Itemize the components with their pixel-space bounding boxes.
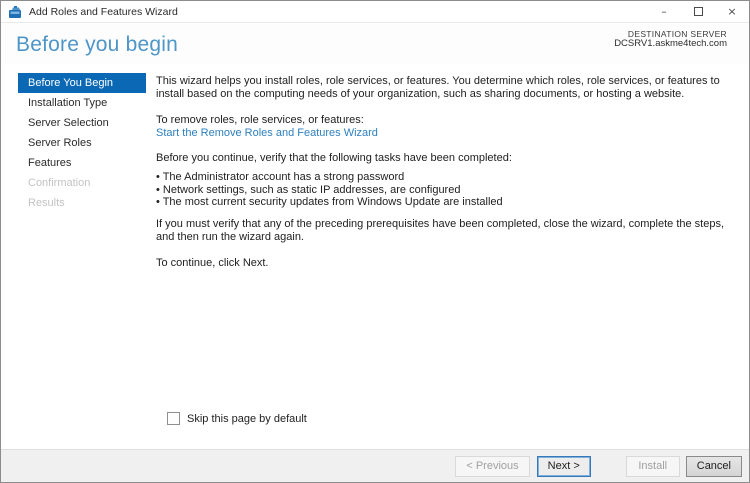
nav-item-server-selection[interactable]: Server Selection <box>18 113 146 133</box>
rerun-note-paragraph: If you must verify that any of the prece… <box>156 217 725 243</box>
wizard-header: Before you begin DESTINATION SERVER DCSR… <box>1 24 749 64</box>
remove-roles-wizard-link[interactable]: Start the Remove Roles and Features Wiza… <box>156 127 378 139</box>
nav-item-server-roles[interactable]: Server Roles <box>18 133 146 153</box>
verify-lead-text: Before you continue, verify that the fol… <box>156 152 512 164</box>
wizard-footer: < Previous Next > Install Cancel <box>1 449 749 482</box>
nav-item-features[interactable]: Features <box>18 153 146 173</box>
destination-server-name: DCSRV1.askme4tech.com <box>614 38 727 49</box>
next-button[interactable]: Next > <box>536 455 591 477</box>
close-button[interactable]: × <box>715 1 749 22</box>
skip-page-row: Skip this page by default <box>167 412 307 425</box>
nav-item-before-you-begin[interactable]: Before You Begin <box>18 73 146 93</box>
remove-lead-text: To remove roles, role services, or featu… <box>156 114 364 126</box>
skip-page-label: Skip this page by default <box>187 412 307 425</box>
prerequisite-list: • The Administrator account has a strong… <box>156 171 736 209</box>
window-controls: – × <box>647 1 749 22</box>
add-roles-wizard-window: Add Roles and Features Wizard – × Before… <box>0 0 750 483</box>
prerequisite-item-password: • The Administrator account has a strong… <box>156 171 405 183</box>
continue-note-paragraph: To continue, click Next. <box>156 256 269 269</box>
wizard-page-content: This wizard helps you install roles, rol… <box>156 63 736 449</box>
previous-button: < Previous <box>455 455 530 477</box>
window-title: Add Roles and Features Wizard <box>29 5 178 18</box>
title-bar: Add Roles and Features Wizard – × <box>1 1 749 23</box>
wizard-app-icon <box>9 5 21 18</box>
install-button: Install <box>625 455 680 477</box>
minimize-button[interactable]: – <box>647 1 681 22</box>
nav-item-results: Results <box>28 197 65 209</box>
nav-item-installation-type[interactable]: Installation Type <box>18 93 146 113</box>
prerequisite-item-network: • Network settings, such as static IP ad… <box>156 183 461 196</box>
skip-page-checkbox[interactable] <box>167 412 180 425</box>
page-title: Before you begin <box>16 33 178 56</box>
maximize-button[interactable] <box>681 1 715 22</box>
prerequisite-item-updates: • The most current security updates from… <box>156 196 503 208</box>
nav-item-confirmation: Confirmation <box>28 177 91 189</box>
cancel-button[interactable]: Cancel <box>685 455 742 477</box>
wizard-steps-nav: Before You Begin Installation Type Serve… <box>18 73 146 213</box>
intro-paragraph: This wizard helps you install roles, rol… <box>156 75 720 100</box>
destination-server-block: DESTINATION SERVER DCSRV1.askme4tech.com <box>614 29 727 49</box>
